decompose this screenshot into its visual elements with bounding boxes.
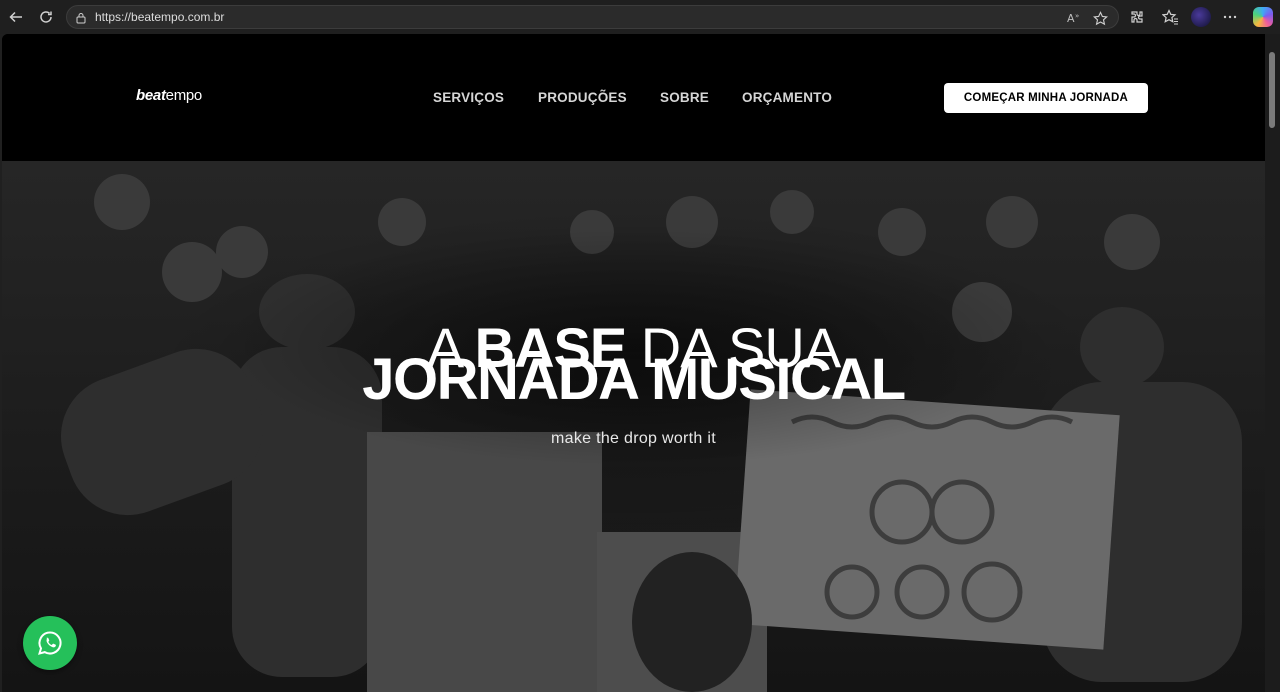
logo-bold-part: beat: [136, 87, 166, 104]
reload-icon[interactable]: [34, 5, 58, 29]
logo-light-part: empo: [165, 87, 203, 104]
scrollbar-thumb[interactable]: [1269, 52, 1275, 128]
hero-subtitle: make the drop worth it: [551, 430, 716, 447]
profile-avatar[interactable]: [1191, 7, 1211, 27]
extensions-icon[interactable]: [1125, 5, 1149, 29]
copilot-icon[interactable]: [1253, 7, 1273, 27]
nav-link-servicos[interactable]: SERVIÇOS: [433, 90, 504, 105]
favorite-star-icon[interactable]: [1091, 9, 1109, 27]
url-text[interactable]: https://beatempo.com.br: [95, 10, 224, 24]
address-bar[interactable]: https://beatempo.com.br A»: [66, 5, 1119, 29]
read-aloud-icon[interactable]: A»: [1065, 9, 1083, 27]
hero-section: A BASE DA SUA JORNADA MUSICAL make the d…: [2, 162, 1265, 692]
browser-toolbar: https://beatempo.com.br A»: [0, 0, 1280, 34]
site-logo[interactable]: beatempo: [136, 87, 202, 104]
site-header: beatempo SERVIÇOS PRODUÇÕES SOBRE ORÇAME…: [2, 34, 1265, 162]
lock-icon[interactable]: [75, 11, 87, 29]
hero-title-line2: JORNADA MUSICAL: [362, 347, 906, 412]
svg-text:A: A: [1067, 12, 1075, 25]
back-arrow-icon[interactable]: [4, 5, 28, 29]
more-menu-icon[interactable]: [1218, 5, 1242, 29]
web-page: beatempo SERVIÇOS PRODUÇÕES SOBRE ORÇAME…: [2, 34, 1265, 692]
hero-dark-overlay: [2, 162, 1265, 692]
page-scrollbar[interactable]: [1265, 34, 1280, 692]
whatsapp-button[interactable]: [23, 616, 77, 670]
nav-link-producoes[interactable]: PRODUÇÕES: [538, 90, 627, 105]
nav-link-orcamento[interactable]: ORÇAMENTO: [742, 90, 832, 105]
nav-link-sobre[interactable]: SOBRE: [660, 90, 709, 105]
whatsapp-icon: [38, 631, 62, 655]
svg-text:»: »: [1075, 12, 1079, 20]
favorites-icon[interactable]: [1158, 5, 1182, 29]
start-journey-button[interactable]: COMEÇAR MINHA JORNADA: [944, 83, 1148, 113]
